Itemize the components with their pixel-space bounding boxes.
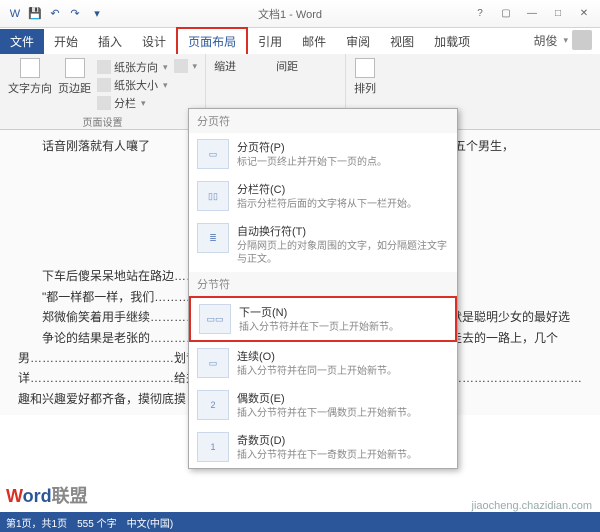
- doc-p1-left: 话音刚落就有人嚷了: [42, 139, 150, 153]
- status-page[interactable]: 第1页，共1页: [6, 515, 67, 530]
- status-lang[interactable]: 中文(中国): [127, 515, 174, 530]
- columns-icon: [97, 96, 111, 110]
- tab-home[interactable]: 开始: [44, 29, 88, 54]
- ribbon-opts-icon[interactable]: ▢: [494, 5, 518, 23]
- minimize-icon[interactable]: —: [520, 5, 544, 23]
- window-title: 文档1 - Word: [112, 6, 468, 22]
- dd-odd-page-desc: 插入分节符并在下一奇数页上开始新节。: [237, 449, 449, 462]
- arrange-label: 排列: [354, 80, 376, 96]
- margins-label: 页边距: [58, 80, 91, 96]
- qat-more-icon[interactable]: ▾: [90, 7, 104, 21]
- dd-next-page[interactable]: ▭▭ 下一页(N)插入分节符并在下一页上开始新节。: [189, 296, 457, 342]
- dd-even-page-desc: 插入分节符并在下一偶数页上开始新节。: [237, 407, 449, 420]
- dd-column-break[interactable]: ▯▯ 分栏符(C)指示分栏符后面的文字将从下一栏开始。: [189, 175, 457, 217]
- next-page-icon: ▭▭: [199, 304, 231, 334]
- save-icon[interactable]: 💾: [28, 7, 42, 21]
- tab-insert[interactable]: 插入: [88, 29, 132, 54]
- arrange-button[interactable]: 排列: [354, 58, 376, 96]
- tab-references[interactable]: 引用: [248, 29, 292, 54]
- close-icon[interactable]: ✕: [572, 5, 596, 23]
- dd-column-break-title: 分栏符(C): [237, 181, 449, 197]
- breaks-dropdown: 分页符 ▭ 分页符(P)标记一页终止并开始下一页的点。 ▯▯ 分栏符(C)指示分…: [188, 108, 458, 469]
- redo-icon[interactable]: ↷: [68, 7, 82, 21]
- dd-odd-page-title: 奇数页(D): [237, 432, 449, 448]
- dd-even-page-title: 偶数页(E): [237, 390, 449, 406]
- orientation-icon: [97, 60, 111, 74]
- dd-text-wrap[interactable]: ≣ 自动换行符(T)分隔网页上的对象周围的文字，如分隔题注文字与正文。: [189, 217, 457, 272]
- tab-layout[interactable]: 页面布局: [176, 27, 248, 54]
- avatar[interactable]: [572, 30, 592, 50]
- watermark-right: jiaocheng.chazidian.com: [472, 500, 592, 512]
- column-break-icon: ▯▯: [197, 181, 229, 211]
- even-page-icon: 2: [197, 390, 229, 420]
- tab-mailings[interactable]: 邮件: [292, 29, 336, 54]
- dd-next-page-desc: 插入分节符并在下一页上开始新节。: [239, 321, 447, 334]
- columns-label: 分栏: [114, 95, 136, 111]
- tab-design[interactable]: 设计: [132, 29, 176, 54]
- odd-page-icon: 1: [197, 432, 229, 462]
- tab-review[interactable]: 审阅: [336, 29, 380, 54]
- size-icon: [97, 78, 111, 92]
- signin-name[interactable]: 胡俊: [533, 32, 557, 49]
- dd-continuous-title: 连续(O): [237, 348, 449, 364]
- orientation-label: 纸张方向: [114, 59, 158, 75]
- help-icon[interactable]: ?: [468, 5, 492, 23]
- status-words[interactable]: 555 个字: [77, 515, 116, 530]
- page-break-icon: ▭: [197, 139, 229, 169]
- dd-continuous-desc: 插入分节符并在同一页上开始新节。: [237, 365, 449, 378]
- tab-file[interactable]: 文件: [0, 29, 44, 54]
- dd-next-page-title: 下一页(N): [239, 304, 447, 320]
- size-label: 纸张大小: [114, 77, 158, 93]
- dd-text-wrap-desc: 分隔网页上的对象周围的文字，如分隔题注文字与正文。: [237, 240, 449, 266]
- text-direction-label: 文字方向: [8, 80, 52, 96]
- dd-page-break-title: 分页符(P): [237, 139, 449, 155]
- page-setup-group-label: 页面设置: [8, 112, 197, 129]
- dd-continuous[interactable]: ▭ 连续(O)插入分节符并在同一页上开始新节。: [189, 342, 457, 384]
- breaks-icon: [174, 59, 188, 73]
- tab-view[interactable]: 视图: [380, 29, 424, 54]
- dd-text-wrap-title: 自动换行符(T): [237, 223, 449, 239]
- dd-section-sectionbreaks: 分节符: [189, 272, 457, 296]
- word-icon: W: [8, 7, 22, 21]
- dd-odd-page[interactable]: 1 奇数页(D)插入分节符并在下一奇数页上开始新节。: [189, 426, 457, 468]
- tab-addins[interactable]: 加载项: [424, 29, 480, 54]
- columns-button[interactable]: 分栏▾: [97, 94, 168, 112]
- orientation-button[interactable]: 纸张方向▾: [97, 58, 168, 76]
- maximize-icon[interactable]: □: [546, 5, 570, 23]
- watermark-logo: Word联盟: [6, 482, 88, 508]
- size-button[interactable]: 纸张大小▾: [97, 76, 168, 94]
- dd-section-pagebreaks: 分页符: [189, 109, 457, 133]
- undo-icon[interactable]: ↶: [48, 7, 62, 21]
- margins-button[interactable]: 页边距: [58, 58, 91, 96]
- text-wrap-icon: ≣: [197, 223, 229, 253]
- dd-even-page[interactable]: 2 偶数页(E)插入分节符并在下一偶数页上开始新节。: [189, 384, 457, 426]
- dd-page-break[interactable]: ▭ 分页符(P)标记一页终止并开始下一页的点。: [189, 133, 457, 175]
- spacing-label: 间距: [276, 58, 298, 74]
- indent-label: 缩进: [214, 58, 236, 74]
- continuous-icon: ▭: [197, 348, 229, 378]
- text-direction-button[interactable]: 文字方向: [8, 58, 52, 96]
- signin-arrow-icon[interactable]: ▾: [563, 35, 568, 46]
- dd-page-break-desc: 标记一页终止并开始下一页的点。: [237, 156, 449, 169]
- dd-column-break-desc: 指示分栏符后面的文字将从下一栏开始。: [237, 198, 449, 211]
- breaks-button[interactable]: ▾: [174, 58, 198, 74]
